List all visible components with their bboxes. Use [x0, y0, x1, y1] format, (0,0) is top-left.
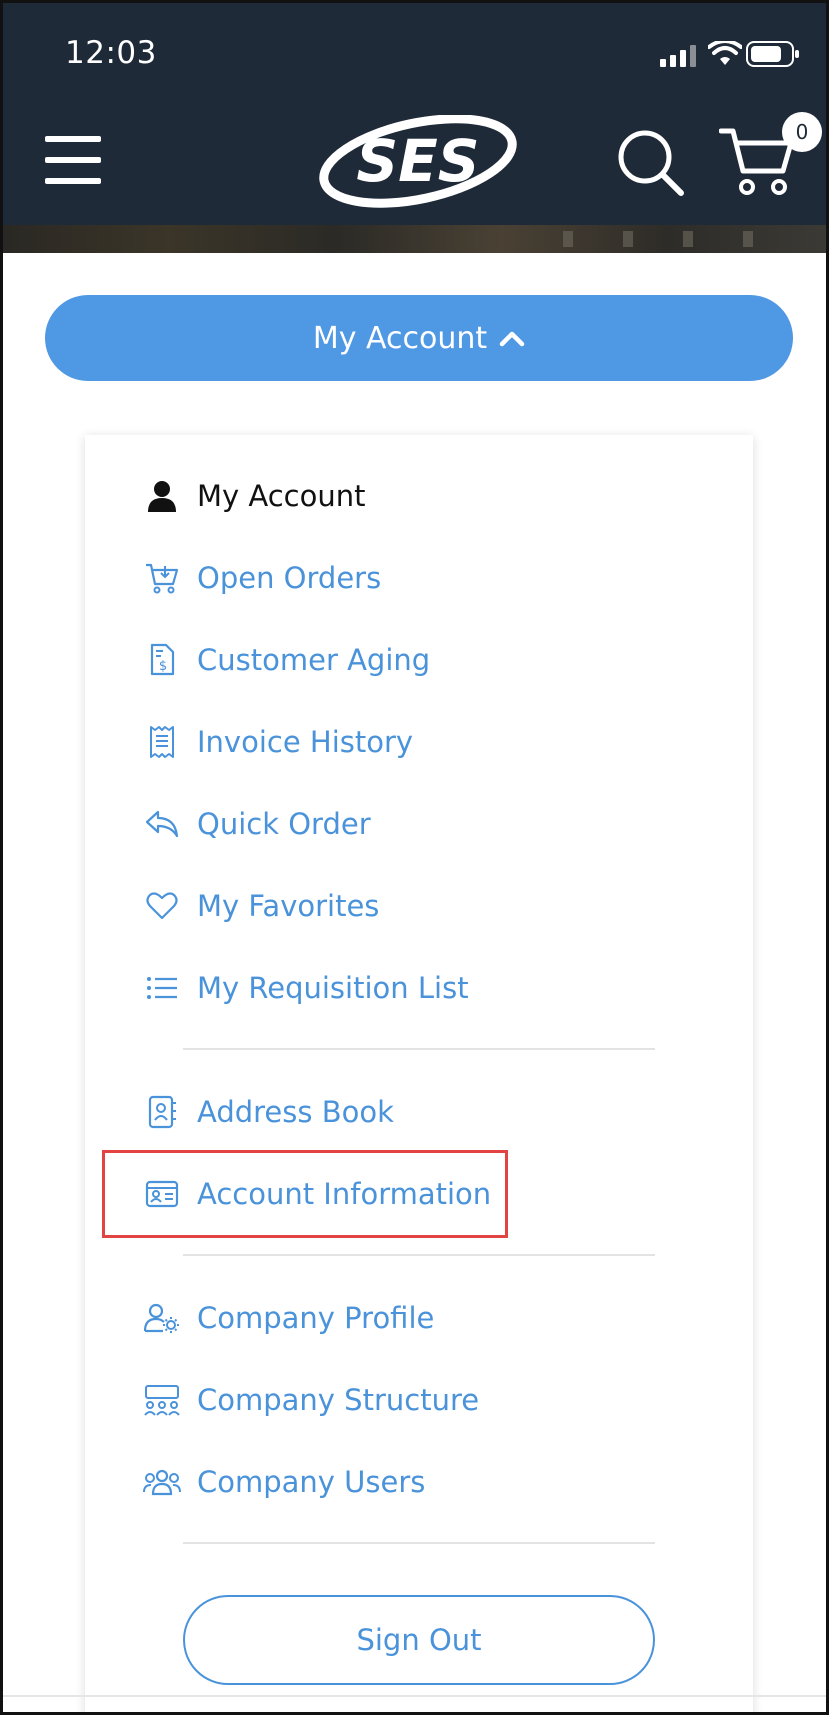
menu-item-label: Quick Order — [197, 807, 371, 841]
wifi-icon — [708, 41, 742, 65]
menu-item-label: My Account — [197, 479, 366, 513]
menu-divider — [183, 1048, 655, 1050]
users-group-icon — [143, 1463, 181, 1501]
menu-divider — [183, 1542, 655, 1544]
menu-item-invoice-history[interactable]: Invoice History — [143, 716, 413, 768]
user-icon — [143, 477, 181, 515]
my-account-toggle-button[interactable]: My Account — [45, 295, 793, 381]
menu-item-label: Company Users — [197, 1465, 426, 1499]
menu-item-my-favorites[interactable]: My Favorites — [143, 880, 379, 932]
cart-count-badge: 0 — [782, 112, 822, 152]
user-gear-icon — [143, 1299, 181, 1337]
menu-item-my-requisition-list[interactable]: My Requisition List — [143, 962, 469, 1014]
menu-item-label: Open Orders — [197, 561, 382, 595]
highlight-annotation-box — [102, 1150, 508, 1238]
heart-icon — [143, 887, 181, 925]
menu-item-label: My Requisition List — [197, 971, 469, 1005]
contact-book-icon — [143, 1093, 181, 1131]
menu-item-quick-order[interactable]: Quick Order — [143, 798, 371, 850]
cart-download-icon — [143, 559, 181, 597]
battery-icon — [746, 41, 799, 67]
signal-icon — [660, 45, 696, 67]
menu-item-label: Customer Aging — [197, 643, 431, 677]
chevron-up-icon — [499, 331, 525, 347]
menu-item-company-structure[interactable]: Company Structure — [143, 1374, 479, 1426]
ses-logo[interactable]: SES — [318, 115, 518, 211]
invoice-dollar-icon: $ — [143, 641, 181, 679]
hero-image-strip — [3, 225, 826, 253]
receipt-icon — [143, 723, 181, 761]
menu-divider — [183, 1254, 655, 1256]
screen-frame: 12:03 SES 0 My Account My Account Open O… — [0, 0, 829, 1715]
menu-item-company-profile[interactable]: Company Profile — [143, 1292, 434, 1344]
menu-item-customer-aging[interactable]: $ Customer Aging — [143, 634, 430, 686]
menu-item-company-users[interactable]: Company Users — [143, 1456, 425, 1508]
menu-item-label: Invoice History — [197, 725, 414, 759]
org-structure-icon — [143, 1381, 181, 1419]
reply-arrow-icon — [143, 805, 181, 843]
account-menu-card — [85, 435, 753, 1712]
menu-item-address-book[interactable]: Address Book — [143, 1086, 394, 1138]
menu-item-open-orders[interactable]: Open Orders — [143, 552, 381, 604]
app-header: 12:03 SES 0 — [3, 3, 826, 225]
list-icon — [143, 969, 181, 1007]
logo-text: SES — [356, 127, 479, 195]
my-account-toggle-label: My Account — [312, 320, 488, 356]
menu-item-my-account[interactable]: My Account — [143, 470, 366, 522]
menu-item-label: My Favorites — [197, 889, 380, 923]
hamburger-menu-icon[interactable] — [45, 136, 101, 184]
sign-out-button[interactable]: Sign Out — [183, 1595, 655, 1685]
status-time: 12:03 — [65, 35, 157, 71]
menu-item-label: Address Book — [197, 1095, 394, 1129]
search-icon[interactable] — [615, 127, 685, 197]
bottom-divider — [3, 1695, 826, 1697]
menu-item-label: Company Profile — [197, 1301, 435, 1335]
menu-item-label: Company Structure — [197, 1383, 480, 1417]
svg-text:$: $ — [159, 659, 167, 674]
